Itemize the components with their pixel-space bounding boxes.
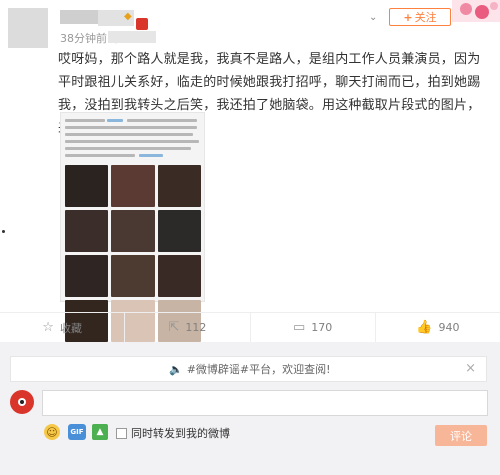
like-button[interactable]: 👍 940 bbox=[376, 313, 500, 342]
thumbs-up-icon: 👍 bbox=[416, 320, 433, 335]
red-mask-icon bbox=[136, 18, 148, 30]
emoji-icon[interactable]: ☺ bbox=[44, 424, 60, 440]
chevron-down-icon[interactable]: ⌄ bbox=[369, 12, 377, 23]
action-bar: ☆ 收藏 ⇱ 112 ▭ 170 👍 940 bbox=[0, 312, 500, 342]
thumbnail-3 bbox=[157, 165, 201, 207]
post-time[interactable]: 38分钟前 bbox=[60, 32, 107, 45]
repost-count: 112 bbox=[185, 321, 207, 334]
vip-badge-icon: ◆ bbox=[124, 11, 132, 22]
thumbnail-6 bbox=[157, 210, 201, 252]
forward-option[interactable]: 同时转发到我的微博 bbox=[116, 425, 230, 441]
thumbnail-9 bbox=[157, 255, 201, 297]
post-image[interactable] bbox=[60, 112, 205, 342]
avatar[interactable] bbox=[8, 8, 48, 48]
thumbnail-8 bbox=[111, 255, 155, 297]
comment-input[interactable] bbox=[42, 390, 488, 416]
comment-icon: ▭ bbox=[292, 320, 306, 335]
comment-button[interactable]: ▭ 170 bbox=[251, 313, 376, 342]
star-icon: ☆ bbox=[42, 320, 54, 335]
rumor-notice-bar[interactable]: 🔈 #微博辟谣#平台，欢迎查阅! × bbox=[10, 356, 487, 382]
thumbnail-4 bbox=[65, 210, 109, 252]
thumbnail-5 bbox=[111, 210, 155, 252]
follow-label: 关注 bbox=[414, 11, 437, 24]
speaker-icon: 🔈 bbox=[169, 362, 183, 376]
follow-button[interactable]: + 关注 bbox=[389, 8, 451, 26]
submit-comment-button[interactable]: 评论 bbox=[435, 425, 487, 446]
comment-count: 170 bbox=[311, 321, 333, 334]
repost-button[interactable]: ⇱ 112 bbox=[125, 313, 251, 342]
image-icon[interactable]: ▲ bbox=[92, 424, 108, 440]
forward-checkbox[interactable] bbox=[116, 427, 127, 439]
bullet-dot bbox=[2, 230, 5, 233]
gif-icon[interactable]: GIF bbox=[68, 424, 86, 440]
pink-decoration-icon bbox=[452, 0, 500, 22]
repost-icon: ⇱ bbox=[168, 320, 180, 335]
plus-icon: + bbox=[403, 10, 413, 24]
thumbnail-1 bbox=[65, 165, 109, 207]
avatar-eye bbox=[18, 398, 26, 406]
favorite-button[interactable]: ☆ 收藏 bbox=[0, 313, 126, 342]
like-count: 940 bbox=[438, 321, 460, 334]
favorite-label: 收藏 bbox=[59, 321, 82, 335]
commenter-avatar bbox=[10, 390, 34, 414]
notice-text[interactable]: #微博辟谣#平台，欢迎查阅! bbox=[187, 361, 331, 377]
thumbnail-7 bbox=[65, 255, 109, 297]
forward-label: 同时转发到我的微博 bbox=[131, 427, 230, 440]
close-icon[interactable]: × bbox=[465, 361, 476, 376]
post-source-blurred bbox=[108, 31, 156, 43]
thumbnail-2 bbox=[111, 165, 155, 207]
